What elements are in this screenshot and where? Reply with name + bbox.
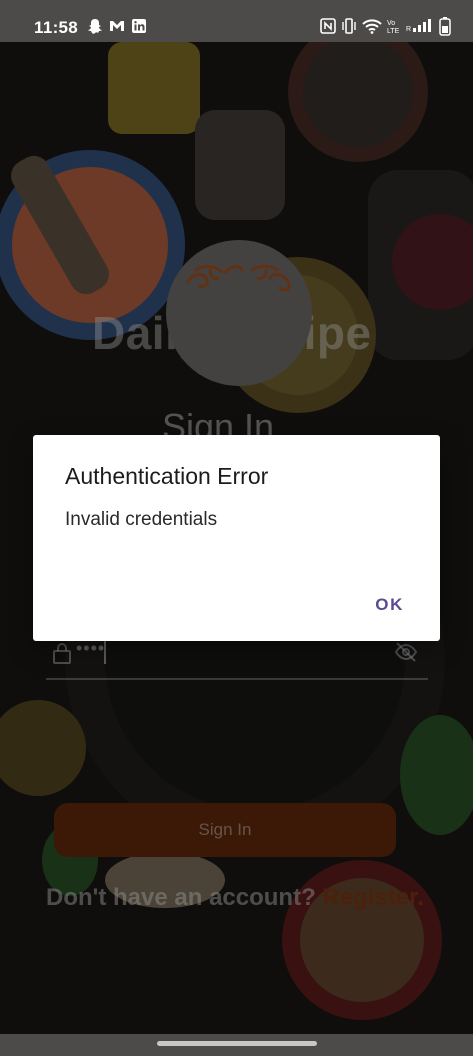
dialog-message: Invalid credentials bbox=[65, 509, 218, 530]
auth-error-dialog: Authentication Error Invalid credentials… bbox=[33, 435, 440, 641]
status-bar: 11:58 Vo LTE R bbox=[0, 0, 473, 42]
notification-icons bbox=[87, 18, 147, 34]
linkedin-icon bbox=[132, 19, 146, 33]
system-icons: Vo LTE R bbox=[320, 16, 451, 36]
vibrate-icon bbox=[342, 18, 356, 34]
wifi-icon bbox=[362, 19, 382, 34]
status-time: 11:58 bbox=[34, 18, 79, 37]
navigation-bar bbox=[0, 1034, 473, 1056]
ok-button[interactable]: OK bbox=[369, 591, 410, 619]
nfc-icon bbox=[320, 18, 336, 34]
snapchat-icon bbox=[88, 19, 102, 34]
svg-text:R: R bbox=[406, 26, 411, 33]
home-gesture-handle[interactable] bbox=[157, 1041, 317, 1046]
dialog-title: Authentication Error bbox=[65, 463, 269, 489]
svg-text:Vo: Vo bbox=[387, 20, 395, 27]
svg-text:LTE: LTE bbox=[387, 28, 400, 35]
battery-icon bbox=[439, 17, 451, 36]
volte-icon: VoLTE bbox=[387, 20, 400, 35]
gmail-icon bbox=[110, 21, 124, 31]
signal-icon: R bbox=[406, 19, 431, 33]
